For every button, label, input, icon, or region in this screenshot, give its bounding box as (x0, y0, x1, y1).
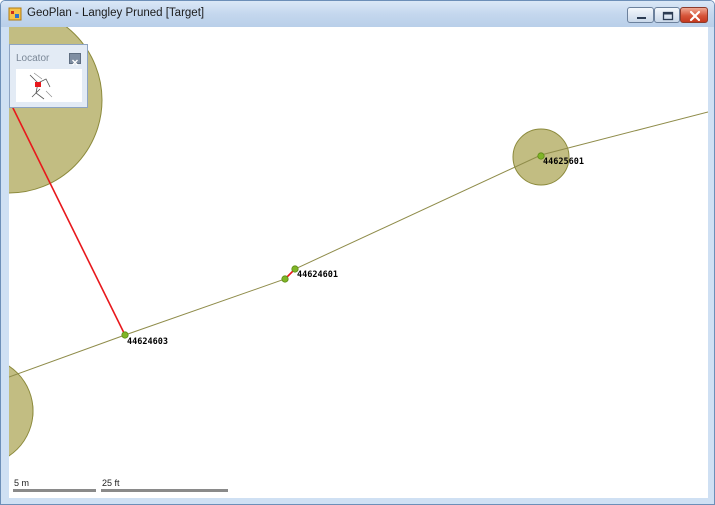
close-icon (72, 59, 78, 66)
service-area-circle (9, 365, 34, 457)
locator-close-button[interactable] (69, 53, 81, 66)
network-line[interactable] (9, 111, 708, 378)
node-marker[interactable] (281, 275, 289, 283)
locator-title: Locator (16, 53, 50, 64)
close-icon (689, 10, 701, 22)
scale-label-metric: 5 m (14, 478, 30, 488)
minimize-icon (637, 17, 646, 19)
locator-panel[interactable]: Locator (9, 44, 88, 108)
maximize-button[interactable] (654, 7, 680, 23)
node-label: 44624601 (297, 270, 338, 280)
map-layer (9, 27, 708, 457)
app-icon (8, 7, 22, 21)
minimize-button[interactable] (627, 7, 654, 23)
node-label: 44624603 (127, 337, 168, 347)
window-title: GeoPlan - Langley Pruned [Target] (27, 7, 205, 19)
title-bar[interactable]: GeoPlan - Langley Pruned [Target] (1, 1, 714, 27)
geoplan-window: GeoPlan - Langley Pruned [Target] 446246… (0, 0, 715, 505)
close-button[interactable] (680, 7, 708, 23)
scale-bar-imperial (101, 489, 228, 492)
scale-bar-metric (13, 489, 96, 492)
node-label: 44625601 (543, 157, 584, 167)
scale-label-imperial: 25 ft (102, 478, 120, 488)
maximize-icon (662, 11, 674, 21)
overview-map-graphic (29, 72, 53, 100)
map-canvas[interactable]: 44624603 44624601 44625601 44624701 Loca… (9, 27, 708, 498)
locator-overview-map[interactable] (16, 69, 82, 102)
